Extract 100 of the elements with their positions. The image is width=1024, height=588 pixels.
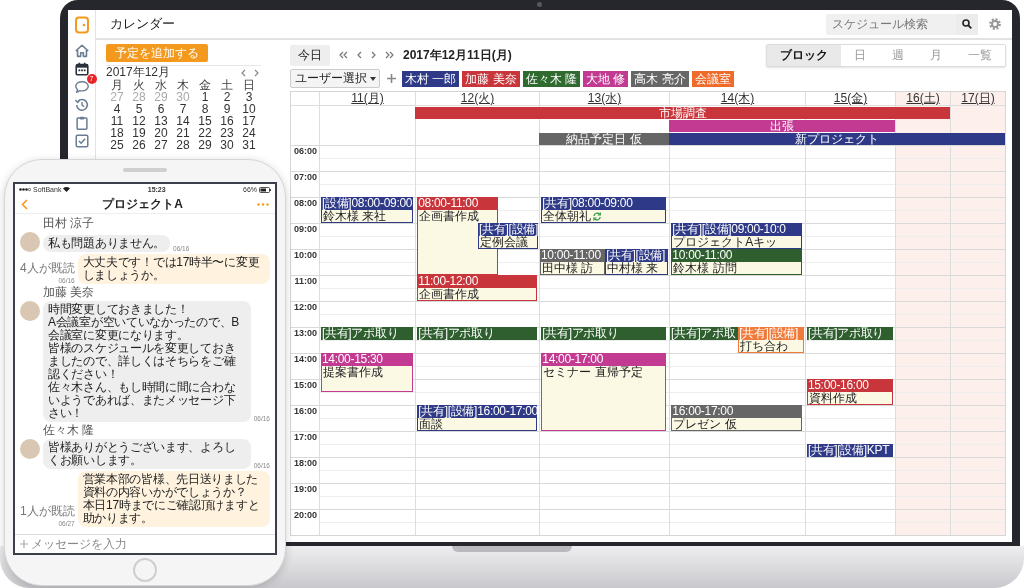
calendar-day[interactable]: 17 [238,115,260,127]
calendar-event[interactable]: [共有]アポ取り [417,327,537,340]
calendar-day[interactable]: 1 [194,91,216,103]
event-title: 企画書作成 [419,288,480,301]
speech-bubble-icon[interactable] [73,79,90,95]
day-header[interactable]: 16(土) [895,92,950,105]
calendar-event[interactable]: [共有]08:00-09:00 全体朝礼 [541,197,667,223]
event-header: 15:00-16:00 [806,379,894,392]
calendar-day[interactable]: 5 [128,103,150,115]
user-tag[interactable]: 佐々木 隆 [522,70,581,87]
calendar-day[interactable]: 31 [238,139,260,151]
calendar-event[interactable]: [設備]08:00-09:00 鈴木様 来社 [320,197,414,223]
calendar-day[interactable]: 14 [172,115,194,127]
calendar-day[interactable]: 13 [150,115,172,127]
caret-icon [370,76,376,81]
calendar-event[interactable]: [共有][設備] 打ち合わ [738,327,804,353]
chevron-right-icon[interactable] [371,51,376,59]
calendar-day[interactable]: 12 [128,115,150,127]
calendar-day[interactable]: 18 [106,127,128,139]
calendar-day[interactable]: 10 [238,103,260,115]
user-tag[interactable]: 加藤 美奈 [462,70,520,87]
home-icon[interactable] [73,43,90,59]
calendar-event[interactable]: 16:00-17:00 プレゼン 仮 [671,405,803,431]
calendar-day[interactable]: 27 [150,139,172,151]
today-button[interactable]: 今日 [290,44,330,66]
calendar-event[interactable]: 10:00-11:00 田中様 訪 [540,249,606,275]
calendar-day[interactable]: 28 [172,139,194,151]
day-column[interactable]: [設備]08:00-09:00 鈴木様 来社 [共有]アポ取り 14:00-15:30 提案書作成 [319,145,415,535]
checkbox-icon[interactable] [73,133,90,149]
calendar-event[interactable]: [共有]アポ取り [806,327,894,340]
calendar-event[interactable]: [共有][設備]KPT [806,444,894,457]
more-icon[interactable] [257,202,269,206]
view-tab[interactable]: ブロック [767,44,841,66]
day-header[interactable]: 17(日) [950,92,1005,105]
calendar-day[interactable]: 22 [194,127,216,139]
calendar-day[interactable]: 21 [172,127,194,139]
double-chevron-right-icon[interactable] [385,51,394,59]
calendar-icon[interactable] [73,61,90,77]
event-title: 資料作成 [808,392,857,405]
allday-event[interactable]: 新プロジェクト [669,133,1005,145]
calendar-event[interactable]: [共有]アポ取り [320,327,414,340]
search-field[interactable]: スケジュール検索 [826,13,956,35]
back-icon[interactable] [21,198,28,210]
calendar-day[interactable]: 29 [194,139,216,151]
calendar-event[interactable]: [共有][設備] 中村様 来 [605,249,668,275]
calendar-event[interactable]: 15:00-16:00 資料作成 [806,379,894,405]
calendar-day[interactable]: 25 [106,139,128,151]
calendar-day[interactable]: 23 [216,127,238,139]
chevron-left-icon[interactable] [240,68,246,77]
calendar-event[interactable]: 10:00-11:00 鈴木様 訪問 [671,249,803,275]
settings-icon[interactable] [988,17,1002,31]
calendar-day[interactable]: 24 [238,127,260,139]
event-title: 面談 [419,418,444,431]
calendar-day[interactable]: 4 [106,103,128,115]
avatar [20,232,40,252]
calendar-event[interactable]: [共有]アポ取り [541,327,667,340]
user-select-dropdown[interactable]: ユーザー選択 [290,69,380,88]
calendar-event[interactable]: [共有]アポ取 [670,327,739,340]
user-tag[interactable]: 木村 一郎 [402,70,460,87]
calendar-day[interactable]: 3 [238,91,260,103]
event-header: [共有][設備] [738,327,804,340]
calendar-day[interactable]: 2 [216,91,238,103]
calendar-event[interactable]: [共有][設備] 定例会議 [478,223,538,249]
calendar-event[interactable]: 14:00-15:30 提案書作成 [320,353,414,392]
calendar-day[interactable]: 8 [194,103,216,115]
day-column[interactable]: [共有]アポ取り 15:00-16:00 資料作成 [共有][設備]KPT [805,145,895,535]
chevron-left-icon[interactable] [357,51,362,59]
search-icon [962,19,972,29]
calendar-day[interactable]: 30 [216,139,238,151]
calendar-event[interactable]: 14:00-17:00 セミナー 直帰予定 [541,353,667,431]
calendar-day[interactable]: 6 [150,103,172,115]
day-column[interactable]: 08:00-11:00 企画書作成 [共有][設備] 定例会議 11:00-12:00 企画書作成 [共有]アポ取り [共有][設備]16:00-17:00 面談 [415,145,539,535]
day-column[interactable]: [共有]08:00-09:00 全体朝礼 10:00-11:00 田中様 訪 [共有][設備] 中村様 来 [共有]アポ取り 14:00-17:00 セミナー 直帰予定 [539,145,669,535]
user-tag[interactable]: 大地 修 [583,70,629,87]
calendar-day[interactable]: 11 [106,115,128,127]
event-header: [共有][設備]16:00-17:00 [417,405,537,418]
calendar-day[interactable]: 16 [216,115,238,127]
allday-event[interactable]: 出張 [669,120,895,132]
user-tag[interactable]: 高木 亮介 [631,70,689,87]
plus-icon[interactable] [387,74,396,83]
message-text: 私も問題ありません。 [48,237,165,250]
calendar-day[interactable]: 20 [150,127,172,139]
calendar-event[interactable]: 11:00-12:00 企画書作成 [417,275,537,301]
calendar-day[interactable]: 19 [128,127,150,139]
event-title: プレゼン 仮 [673,418,737,431]
day-column[interactable]: [共有][設備]09:00-10:0 プロジェクトAキッ 10:00-11:00 鈴木様 訪問 [共有]アポ取 [共有][設備] 打ち合わ 16:00-17:00 プレゼン 仮 [669,145,805,535]
search-button[interactable] [956,13,978,35]
allday-event[interactable]: 市場調査 [415,107,950,119]
calendar-day[interactable]: 26 [128,139,150,151]
calendar-event[interactable]: [共有][設備]09:00-10:0 プロジェクトAキッ [671,223,803,249]
calendar-day[interactable]: 15 [194,115,216,127]
double-chevron-left-icon[interactable] [339,51,348,59]
message-input[interactable]: メッセージを入力 [31,536,270,552]
calendar-day[interactable]: 7 [172,103,194,115]
clipboard-icon[interactable] [73,115,90,131]
allday-event[interactable]: 納品予定日 仮 [539,133,669,145]
chevron-right-icon[interactable] [254,68,260,77]
calendar-event[interactable]: [共有][設備]16:00-17:00 面談 [417,405,537,431]
history-icon[interactable] [73,97,90,113]
calendar-day[interactable]: 9 [216,103,238,115]
